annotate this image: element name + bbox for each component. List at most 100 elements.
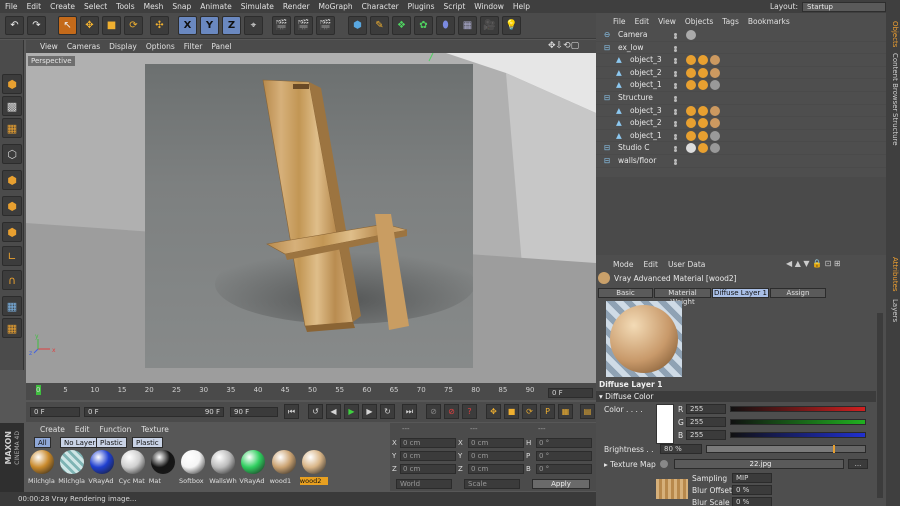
object-tag[interactable] — [710, 80, 720, 91]
color-swatch[interactable] — [656, 404, 674, 444]
undo-icon[interactable]: ↶ — [5, 16, 24, 35]
object-menu-view[interactable]: View — [658, 17, 676, 26]
next-key-icon[interactable]: ↻ — [380, 404, 395, 419]
position-key-icon[interactable]: ✥ — [486, 404, 501, 419]
attribute-tab[interactable]: Basic — [598, 288, 653, 298]
menu-item-select[interactable]: Select — [84, 2, 107, 11]
menu-item-file[interactable]: File — [5, 2, 18, 11]
object-tag[interactable] — [698, 105, 708, 116]
menu-item-mograph[interactable]: MoGraph — [319, 2, 353, 11]
end-frame-field[interactable]: 90 F — [230, 407, 278, 417]
coords-value-field[interactable]: 0 cm — [468, 464, 524, 474]
menu-item-animate[interactable]: Animate — [200, 2, 231, 11]
attribute-scrollbar[interactable] — [877, 313, 883, 498]
points-mode-icon[interactable]: ⬢ — [2, 170, 22, 190]
snap-icon[interactable]: ∩ — [2, 270, 22, 290]
material-menu-texture[interactable]: Texture — [141, 425, 168, 434]
spline-pen-icon[interactable]: ✎ — [370, 16, 389, 35]
material-item[interactable]: Mat — [149, 449, 177, 487]
material-item[interactable]: Cyc Mat — [119, 449, 147, 487]
object-tag[interactable] — [710, 130, 720, 141]
object-tag[interactable] — [698, 118, 708, 129]
object-menu-file[interactable]: File — [613, 17, 626, 26]
material-filter-chip[interactable]: All — [34, 437, 51, 448]
attribute-nav-icons[interactable]: ◀ ▲ ▼ 🔒 ⊡ ⊞ — [786, 259, 841, 268]
scale-key-icon[interactable]: ■ — [504, 404, 519, 419]
material-menu-edit[interactable]: Edit — [75, 425, 90, 434]
object-row[interactable]: ⊖ Camera — [596, 29, 886, 42]
z-axis-icon[interactable]: Z — [222, 16, 241, 35]
viewport-menu-cameras[interactable]: Cameras — [67, 42, 100, 51]
viewport-menu-filter[interactable]: Filter — [184, 42, 203, 51]
record-keys-icon[interactable]: ⊘ — [426, 404, 441, 419]
keyframe-selection-icon[interactable]: ? — [462, 404, 477, 419]
object-render-dot[interactable] — [674, 124, 677, 128]
object-row[interactable]: ▲ object_2 — [596, 67, 886, 80]
coords-value-field[interactable]: 0 ° — [536, 438, 592, 448]
texture-browse-button[interactable]: ... — [848, 459, 868, 469]
locked-workplane-icon[interactable]: ▦ — [2, 318, 22, 338]
object-menu-objects[interactable]: Objects — [685, 17, 713, 26]
menu-item-simulate[interactable]: Simulate — [241, 2, 274, 11]
attribute-menu-mode[interactable]: Mode — [613, 260, 633, 269]
recent-tool-icon[interactable]: ✣ — [150, 16, 169, 35]
pla-key-icon[interactable]: ▦ — [558, 404, 573, 419]
live-selection-icon[interactable]: ↖ — [58, 16, 77, 35]
object-render-dot[interactable] — [674, 73, 677, 77]
texture-map-animate-icon[interactable] — [660, 460, 668, 468]
material-item[interactable]: Milchgla — [28, 449, 56, 487]
preview-range-field[interactable]: 0 F 90 F — [84, 407, 224, 417]
floor-icon[interactable]: ▦ — [458, 16, 477, 35]
blur-scale-field[interactable]: 0 % — [732, 497, 772, 506]
object-render-dot[interactable] — [674, 149, 677, 153]
object-row[interactable]: ▲ object_1 — [596, 130, 886, 143]
previous-frame-icon[interactable]: ◀ — [326, 404, 341, 419]
object-row[interactable]: ⊟ ex_low — [596, 42, 886, 55]
object-tag[interactable] — [698, 130, 708, 141]
material-filter-chip[interactable]: Plastic — [96, 437, 127, 448]
light-icon[interactable]: 💡 — [502, 16, 521, 35]
previous-key-icon[interactable]: ↺ — [308, 404, 323, 419]
object-render-dot[interactable] — [674, 86, 677, 90]
sampling-select[interactable]: MIP — [732, 473, 772, 483]
object-row[interactable]: ▲ object_2 — [596, 117, 886, 130]
texture-file-field[interactable]: 22.jpg — [674, 459, 844, 469]
workplane-icon[interactable]: ▦ — [2, 118, 22, 138]
menu-item-help[interactable]: Help — [513, 2, 530, 11]
render-picture-viewer-icon[interactable]: 🎬 — [294, 16, 313, 35]
go-to-start-icon[interactable]: ⏮ — [284, 404, 299, 419]
render-view-icon[interactable]: 🎬 — [272, 16, 291, 35]
object-menu-tags[interactable]: Tags — [722, 17, 739, 26]
viewport-menu-options[interactable]: Options — [146, 42, 175, 51]
menu-item-create[interactable]: Create — [50, 2, 75, 11]
menu-item-window[interactable]: Window — [474, 2, 504, 11]
coords-world-select[interactable]: World — [396, 479, 452, 489]
model-mode-icon[interactable]: ⬡ — [2, 144, 22, 164]
object-row[interactable]: ▲ object_3 — [596, 54, 886, 67]
coords-scale-select[interactable]: Scale — [464, 479, 520, 489]
object-render-dot[interactable] — [674, 99, 677, 102]
rgb-channel-field[interactable]: 255 — [686, 417, 726, 427]
camera-icon[interactable]: 🎥 — [480, 16, 499, 35]
object-tag[interactable] — [686, 143, 696, 154]
coords-value-field[interactable]: 0 cm — [400, 438, 456, 448]
subdivision-icon[interactable]: ❖ — [392, 16, 411, 35]
array-icon[interactable]: ✿ — [414, 16, 433, 35]
axis-mode-icon[interactable]: ∟ — [2, 246, 22, 266]
autokey-icon[interactable]: ⊘ — [444, 404, 459, 419]
material-item[interactable]: Milchgla — [58, 449, 86, 487]
cube-icon[interactable]: ⬢ — [348, 16, 367, 35]
object-tag[interactable] — [710, 118, 720, 129]
apply-button[interactable]: Apply — [532, 479, 590, 489]
play-icon[interactable]: ▶ — [344, 404, 359, 419]
coordinate-system-icon[interactable]: ⌖ — [244, 16, 263, 35]
material-menu-function[interactable]: Function — [99, 425, 131, 434]
viewport-menu-panel[interactable]: Panel — [211, 42, 231, 51]
material-item[interactable]: Softbox — [179, 449, 207, 487]
coords-value-field[interactable]: 0 cm — [400, 451, 456, 461]
timeline-ruler[interactable]: 0 5 10 15 20 25 30 35 40 45 50 55 60 65 70 75 80 85 90 — [36, 383, 546, 397]
menu-item-script[interactable]: Script — [444, 2, 466, 11]
object-row[interactable]: ▲ object_1 — [596, 79, 886, 92]
viewport[interactable]: x y z Perspective — [26, 53, 596, 383]
attribute-tab[interactable]: Material Weight — [654, 288, 711, 306]
